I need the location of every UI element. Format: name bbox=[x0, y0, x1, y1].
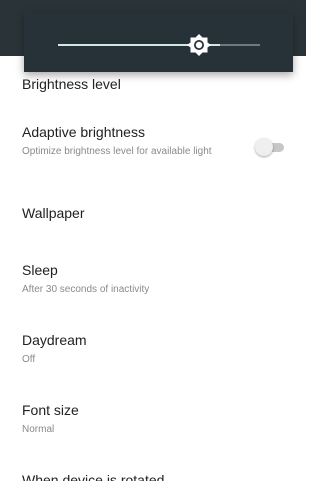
setting-font-size[interactable]: Font size Normal bbox=[0, 386, 306, 454]
setting-title: Sleep bbox=[22, 262, 58, 278]
brightness-slider-popup bbox=[24, 12, 293, 72]
setting-wallpaper[interactable]: Wallpaper bbox=[0, 184, 306, 240]
setting-sleep[interactable]: Sleep After 30 seconds of inactivity bbox=[0, 246, 306, 314]
setting-daydream[interactable]: Daydream Off bbox=[0, 316, 306, 384]
setting-when-rotated[interactable]: When device is rotated bbox=[0, 456, 306, 481]
setting-summary: After 30 seconds of inactivity bbox=[22, 284, 150, 295]
setting-title: Adaptive brightness bbox=[22, 124, 145, 140]
adaptive-brightness-toggle[interactable] bbox=[252, 137, 288, 157]
setting-title: Font size bbox=[22, 402, 79, 418]
setting-title: When device is rotated bbox=[22, 472, 165, 481]
setting-adaptive-brightness[interactable]: Adaptive brightness Optimize brightness … bbox=[0, 112, 306, 184]
setting-title: Daydream bbox=[22, 332, 87, 348]
setting-summary: Off bbox=[22, 354, 36, 365]
setting-summary: Optimize brightness level for available … bbox=[22, 146, 212, 157]
brightness-slider-track-rest[interactable] bbox=[220, 44, 260, 46]
setting-summary: Normal bbox=[22, 424, 55, 435]
setting-title: Brightness level bbox=[22, 76, 121, 92]
toggle-knob bbox=[255, 138, 273, 156]
brightness-icon[interactable] bbox=[187, 33, 211, 57]
setting-title: Wallpaper bbox=[22, 205, 85, 221]
